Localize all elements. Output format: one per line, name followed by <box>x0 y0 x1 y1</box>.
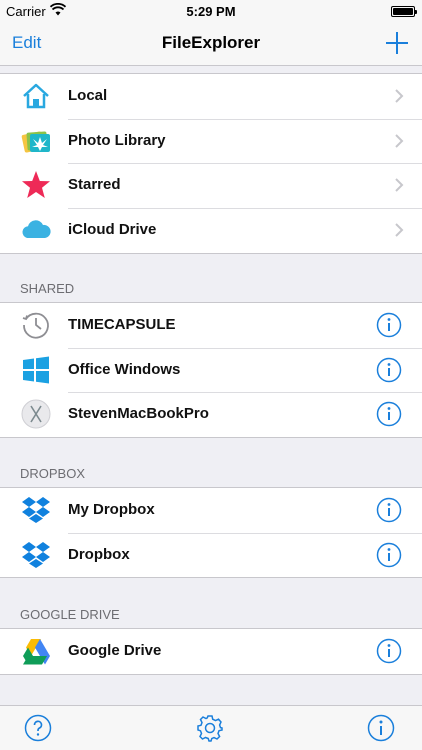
row-label: StevenMacBookPro <box>68 405 209 423</box>
star-icon <box>22 171 50 199</box>
dropbox-icon <box>22 541 50 568</box>
photos-icon <box>21 131 50 153</box>
help-icon[interactable] <box>24 714 52 742</box>
row-label: Local <box>68 87 108 104</box>
cloud-icon <box>22 220 51 239</box>
navigation-bar: Edit FileExplorer <box>0 22 422 66</box>
chevron-right-icon <box>395 133 404 148</box>
row-label: Dropbox <box>68 545 130 563</box>
add-icon[interactable] <box>382 28 412 58</box>
section-header-dropbox: DROPBOX <box>20 466 86 481</box>
info-icon[interactable] <box>376 542 402 568</box>
row-label: Starred <box>68 176 121 194</box>
status-bar: Carrier 5:29 PM <box>0 0 422 22</box>
row-stevenmacbookpro[interactable]: StevenMacBookPro <box>0 392 422 437</box>
chevron-right-icon <box>395 89 404 103</box>
row-starred[interactable]: Starred <box>0 163 422 208</box>
battery-icon <box>391 6 417 17</box>
row-google-drive[interactable]: Google Drive <box>0 629 422 674</box>
dropbox-icon <box>22 497 50 523</box>
row-label: Office Windows <box>68 360 181 378</box>
chevron-right-icon <box>395 178 404 193</box>
google-drive-group: Google Drive <box>0 628 422 675</box>
row-label: My Dropbox <box>68 501 155 518</box>
row-photo-library[interactable]: Photo Library <box>0 118 422 164</box>
clock-time: 5:29 PM <box>186 4 236 19</box>
row-label: TIMECAPSULE <box>68 316 176 333</box>
row-dropbox[interactable]: Dropbox <box>0 532 422 578</box>
chevron-right-icon <box>395 223 404 237</box>
clock-icon <box>22 312 49 339</box>
bottom-toolbar <box>0 705 422 750</box>
row-my-dropbox[interactable]: My Dropbox <box>0 488 422 533</box>
row-label: iCloud Drive <box>68 221 157 239</box>
row-icloud-drive[interactable]: iCloud Drive <box>0 208 422 253</box>
info-icon[interactable] <box>376 401 402 427</box>
section-header-shared: SHARED <box>20 281 75 296</box>
info-icon[interactable] <box>376 497 402 523</box>
osx-icon <box>21 399 51 429</box>
house-icon <box>23 83 49 109</box>
info-icon[interactable] <box>376 357 402 383</box>
page-title: FileExplorer <box>161 33 261 52</box>
row-label: Google Drive <box>68 642 162 659</box>
row-office-windows[interactable]: Office Windows <box>0 347 422 393</box>
row-local[interactable]: Local <box>0 74 422 119</box>
shared-group: TIMECAPSULE Office Windows StevenMacBook… <box>0 302 422 439</box>
local-group: Local Photo Library Starred iCloud Drive <box>0 73 422 254</box>
gear-icon[interactable] <box>196 714 224 742</box>
info-icon[interactable] <box>376 312 402 338</box>
dropbox-group: My Dropbox Dropbox <box>0 487 422 579</box>
info-icon[interactable] <box>376 638 402 664</box>
windows-icon <box>23 356 49 384</box>
row-label: Photo Library <box>68 131 166 149</box>
row-timecapsule[interactable]: TIMECAPSULE <box>0 303 422 348</box>
section-header-google-drive: GOOGLE DRIVE <box>20 607 120 622</box>
google-drive-icon <box>23 639 50 665</box>
info-icon[interactable] <box>367 714 395 742</box>
